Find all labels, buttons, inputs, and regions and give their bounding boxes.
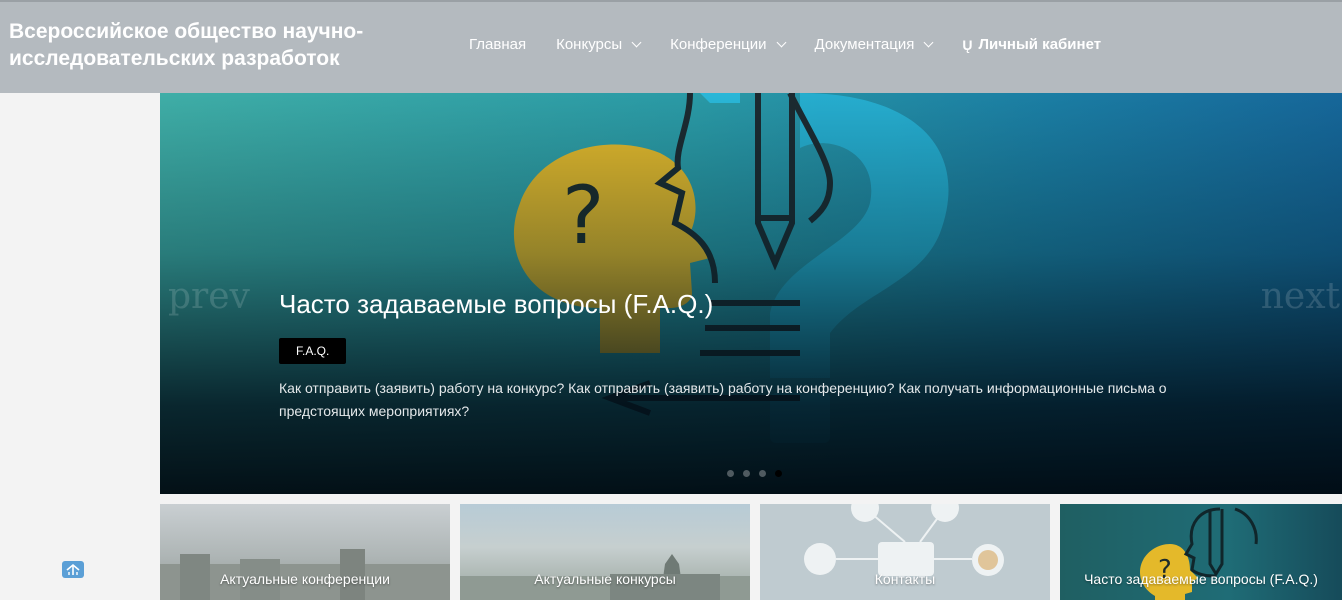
slider-dot-1[interactable]	[727, 470, 734, 477]
chevron-down-icon	[776, 37, 786, 47]
tile-contacts[interactable]: Контакты	[760, 504, 1050, 600]
slider-dot-4[interactable]	[775, 470, 782, 477]
nav-label: Личный кабинет	[978, 36, 1102, 53]
main-nav: Главная Конкурсы Конференции Документаци…	[469, 36, 1101, 53]
nav-label: Документация	[814, 36, 915, 53]
hero-slider: ? prev next Часто задаваемые вопросы (F.…	[160, 93, 1342, 494]
nav-item-conferences[interactable]: Конференции	[670, 36, 786, 53]
site-header: Всероссийское общество научно-исследоват…	[0, 0, 1342, 93]
nav-label: Главная	[469, 36, 527, 53]
nav-item-personal-cabinet[interactable]: Ų Личный кабинет	[962, 36, 1101, 53]
tile-label: Контакты	[874, 571, 936, 587]
tile-current-contests[interactable]: Актуальные конкурсы	[460, 504, 750, 600]
slider-dot-2[interactable]	[743, 470, 750, 477]
user-icon: Ų	[962, 36, 973, 53]
site-title[interactable]: Всероссийское общество научно-исследоват…	[9, 18, 389, 72]
slide-category-badge[interactable]: F.A.Q.	[279, 338, 347, 364]
nav-item-documentation[interactable]: Документация	[814, 36, 934, 53]
nav-label: Конференции	[670, 36, 767, 53]
tile-label: Актуальные конкурсы	[534, 571, 676, 587]
tile-current-conferences[interactable]: Актуальные конференции	[160, 504, 450, 600]
slide-description: Как отправить (заявить) работу на конкур…	[279, 380, 1167, 419]
nav-label: Конкурсы	[556, 36, 623, 53]
tile-faq[interactable]: ? Часто задаваемые вопросы (F.A.Q.)	[1060, 504, 1342, 600]
slider-dot-3[interactable]	[759, 470, 766, 477]
chevron-down-icon	[631, 37, 642, 47]
arrow-up-icon	[66, 563, 80, 575]
chevron-down-icon	[923, 37, 934, 47]
slider-dots	[727, 470, 791, 477]
prev-button[interactable]: prev	[168, 276, 250, 317]
nav-item-contests[interactable]: Конкурсы	[556, 36, 642, 53]
nav-item-home[interactable]: Главная	[469, 36, 526, 53]
tile-label: Часто задаваемые вопросы (F.A.Q.)	[1084, 571, 1318, 587]
scroll-to-top-button[interactable]	[62, 561, 84, 578]
next-button[interactable]: next	[1261, 276, 1340, 317]
tile-label: Актуальные конференции	[220, 571, 390, 587]
slide-title[interactable]: Часто задаваемые вопросы (F.A.Q.)	[279, 289, 713, 320]
